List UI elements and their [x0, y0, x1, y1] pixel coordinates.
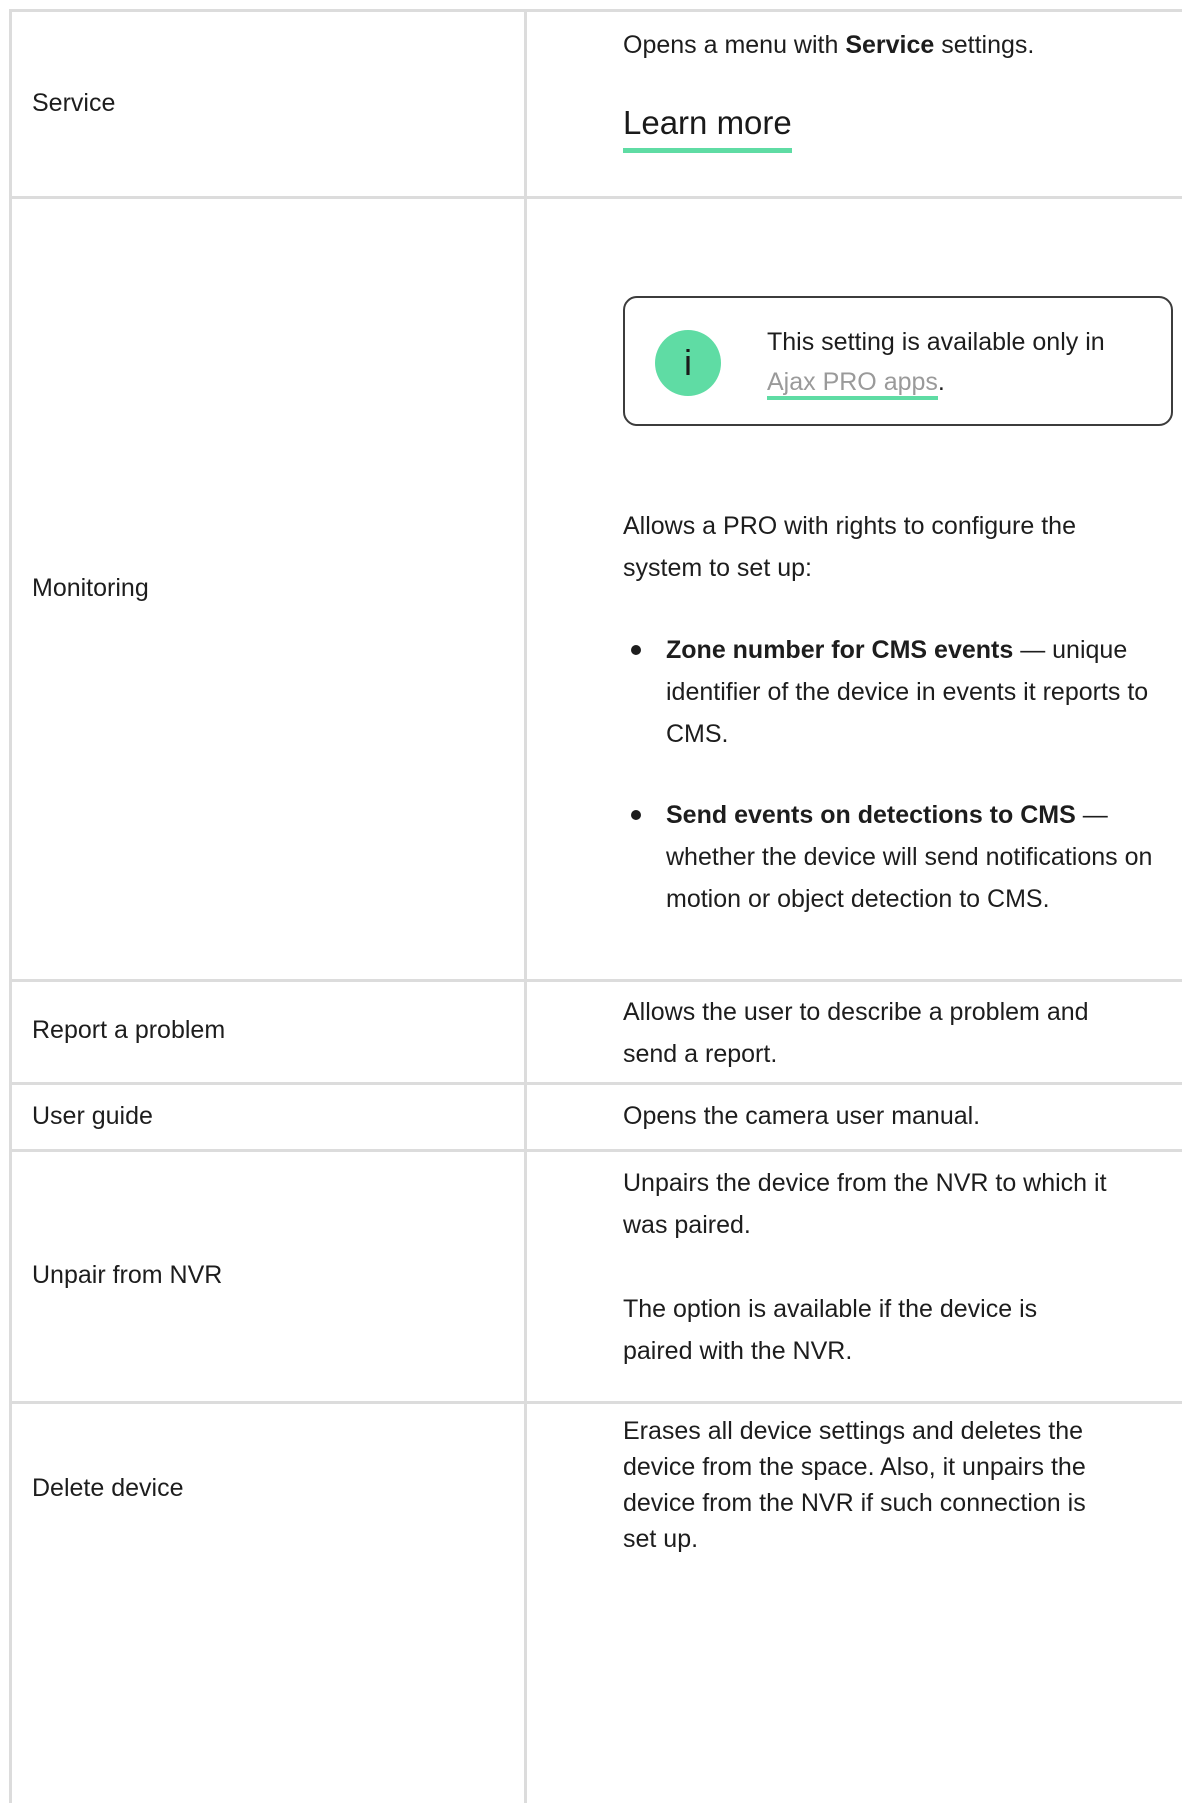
learn-more-wrapper: Learn more: [623, 102, 1182, 153]
table-border-left: [9, 9, 12, 1803]
row-divider: [9, 1082, 1182, 1085]
row-label-unpair-nvr: Unpair from NVR: [32, 1261, 223, 1289]
row-label-delete-device: Delete device: [32, 1474, 184, 1502]
bullet-send-events: Send events on detections to CMS — wheth…: [623, 794, 1182, 920]
table-border-top: [9, 9, 1182, 12]
column-divider: [524, 9, 527, 1803]
monitoring-intro: Allows a PRO with rights to configure th…: [623, 505, 1093, 589]
row-label-monitoring: Monitoring: [32, 574, 149, 602]
info-note: i This setting is available only in Ajax…: [623, 296, 1173, 426]
info-note-text: This setting is available only in Ajax P…: [767, 322, 1157, 402]
user-guide-text: Opens the camera user manual.: [623, 1102, 981, 1130]
service-description: Opens a menu with Service settings.: [623, 31, 1035, 59]
monitoring-bullets: Zone number for CMS events — unique iden…: [623, 629, 1182, 920]
ajax-pro-apps-link[interactable]: Ajax PRO apps: [767, 368, 938, 400]
unpair-nvr-text-2: The option is available if the device is…: [623, 1295, 1038, 1365]
info-icon: i: [655, 330, 721, 396]
bullet-zone-number: Zone number for CMS events — unique iden…: [623, 629, 1182, 755]
row-desc-delete-device: Erases all device settings and deletes t…: [623, 1413, 1093, 1557]
row-divider: [9, 1401, 1182, 1404]
row-desc-user-guide: Opens the camera user manual.: [623, 1095, 1182, 1137]
unpair-nvr-text-1: Unpairs the device from the NVR to which…: [623, 1169, 1107, 1239]
learn-more-link[interactable]: Learn more: [623, 102, 792, 153]
monitoring-intro-text: Allows a PRO with rights to configure th…: [623, 512, 1076, 582]
delete-device-text: Erases all device settings and deletes t…: [623, 1417, 1086, 1553]
row-label-user-guide: User guide: [32, 1102, 153, 1130]
row-divider: [9, 196, 1182, 199]
row-desc-unpair-nvr: Unpairs the device from the NVR to which…: [623, 1162, 1113, 1372]
row-label-report-problem: Report a problem: [32, 1016, 226, 1044]
report-problem-text: Allows the user to describe a problem an…: [623, 998, 1089, 1068]
row-desc-service: Opens a menu with Service settings. Lear…: [623, 24, 1182, 153]
settings-table: Service Opens a menu with Service settin…: [9, 9, 1182, 1803]
row-divider: [9, 979, 1182, 982]
row-desc-report-problem: Allows the user to describe a problem an…: [623, 991, 1103, 1075]
row-label-service: Service: [32, 89, 116, 117]
row-divider: [9, 1149, 1182, 1152]
